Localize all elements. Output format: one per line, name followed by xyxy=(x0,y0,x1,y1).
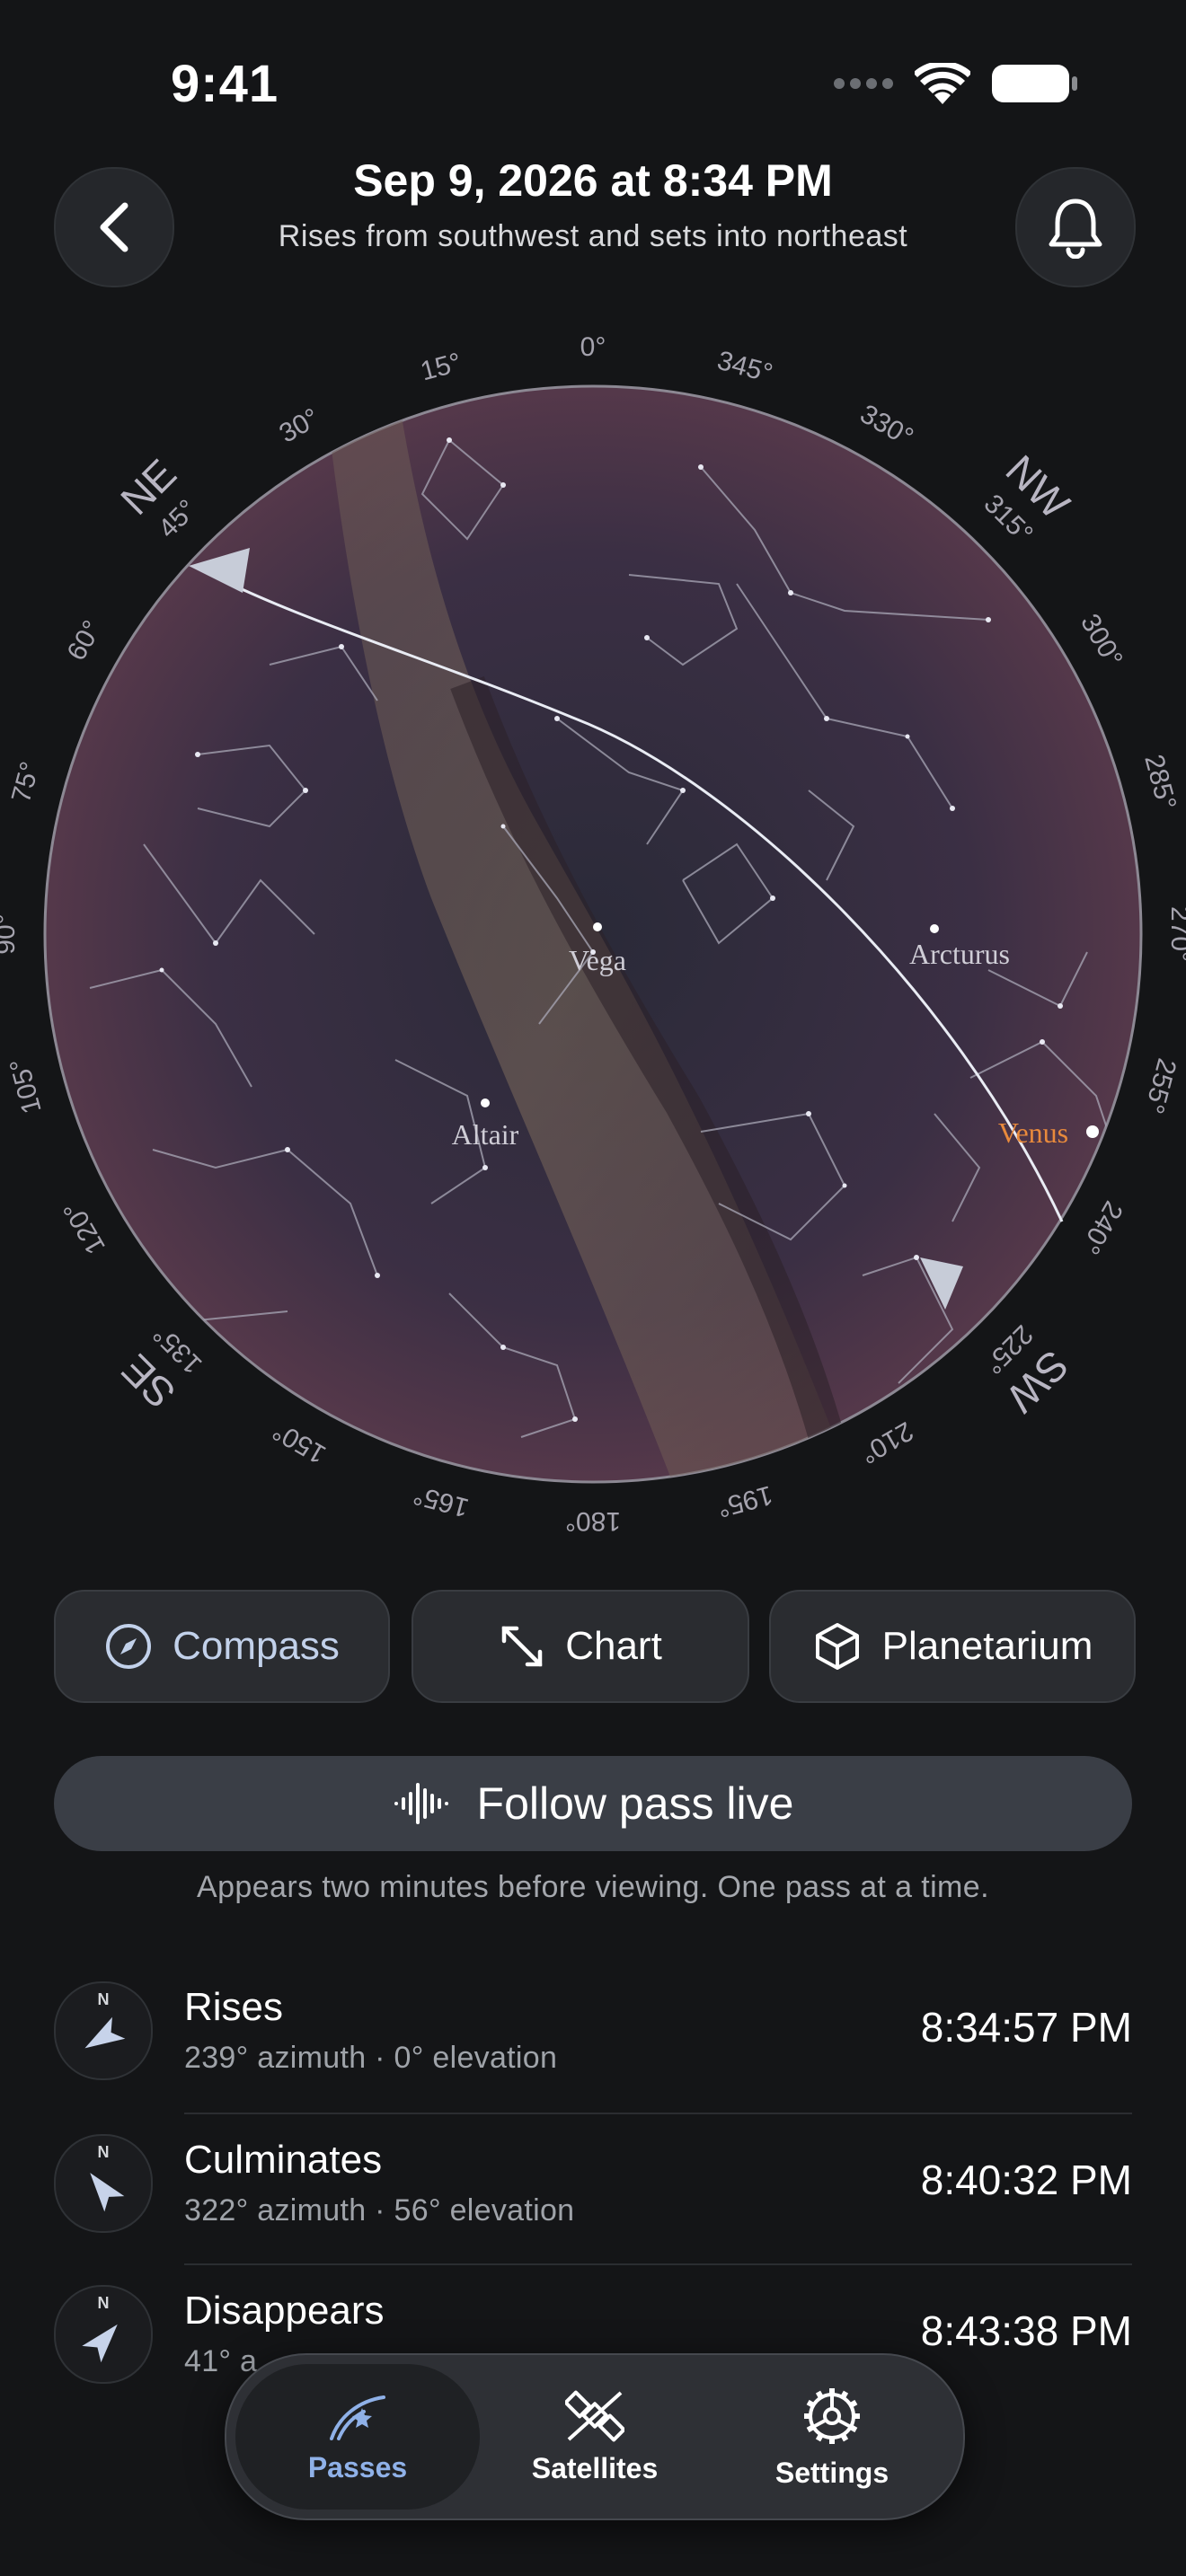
planetarium-button[interactable]: Planetarium xyxy=(769,1590,1136,1703)
tab-settings[interactable]: Settings xyxy=(710,2364,954,2510)
chart-button[interactable]: Chart xyxy=(412,1590,749,1703)
azimuth-tick-label: 15° xyxy=(418,348,465,387)
azimuth-tick-label: 240° xyxy=(1075,1196,1128,1259)
azimuth-tick-label: 105° xyxy=(4,1055,48,1116)
azimuth-tick-label: 330° xyxy=(855,399,918,453)
azimuth-tick-label: 270° xyxy=(1165,906,1186,962)
azimuth-tick-label: 120° xyxy=(58,1196,111,1259)
azimuth-tick-label: 30° xyxy=(274,402,324,448)
planetarium-label: Planetarium xyxy=(881,1624,1093,1668)
bell-icon xyxy=(1049,198,1102,259)
event-title: Rises xyxy=(184,1985,284,2029)
direction-arrow-icon xyxy=(82,2324,118,2363)
event-detail: 41° a xyxy=(184,2344,258,2378)
tab-bar: Passes Satellites Settings xyxy=(225,2353,965,2520)
compass-icon xyxy=(106,1624,152,1669)
waveform-icon xyxy=(394,1783,448,1824)
battery-icon xyxy=(992,65,1077,102)
follow-pass-live-button[interactable]: Follow pass live xyxy=(54,1756,1132,1851)
direction-indicator: N xyxy=(54,2134,153,2233)
tab-satellites[interactable]: Satellites xyxy=(473,2364,717,2510)
direction-arrow-icon xyxy=(90,2173,125,2212)
status-icons xyxy=(832,63,1080,104)
star-altair xyxy=(481,1098,490,1107)
signal-dots-icon xyxy=(834,78,893,89)
tab-satellites-label: Satellites xyxy=(531,2451,659,2484)
tab-passes[interactable]: Passes xyxy=(235,2364,480,2510)
wifi-icon xyxy=(915,63,970,104)
follow-note: Appears two minutes before viewing. One … xyxy=(197,1870,989,1904)
sky-map[interactable]: NE NW SE SW 0°15°30°45°60°75°90°105°120°… xyxy=(0,323,1186,1545)
north-marker: N xyxy=(97,1990,110,2008)
status-time: 9:41 xyxy=(171,55,279,113)
azimuth-tick-label: 255° xyxy=(1138,1055,1182,1116)
page-subtitle: Rises from southwest and sets into north… xyxy=(278,219,908,253)
direction-arrow-icon xyxy=(84,2016,126,2049)
event-rises[interactable]: N Rises 239° azimuth · 0° elevation 8:34… xyxy=(54,1960,1132,2111)
azimuth-tick-label: 300° xyxy=(1075,609,1128,672)
azimuth-tick-label: 345° xyxy=(714,346,775,389)
star-label-arcturus: Arcturus xyxy=(909,938,1010,970)
star-label-altair: Altair xyxy=(452,1118,519,1151)
satellite-icon xyxy=(565,2390,624,2441)
planet-venus xyxy=(1086,1125,1099,1138)
compass-label: Compass xyxy=(173,1624,340,1668)
event-time: 8:40:32 PM xyxy=(920,2157,1132,2203)
star-vega xyxy=(593,922,602,931)
chart-label: Chart xyxy=(565,1624,662,1668)
page-title: Sep 9, 2026 at 8:34 PM xyxy=(353,155,833,206)
gear-tooth xyxy=(852,2413,860,2419)
azimuth-tick-label: 210° xyxy=(855,1416,918,1469)
direction-indicator: N xyxy=(54,1981,153,2080)
azimuth-tick-label: 0° xyxy=(580,332,606,362)
event-culminates[interactable]: N Culminates 322° azimuth · 56° elevatio… xyxy=(54,2113,1132,2263)
direction-indicator: N xyxy=(54,2285,153,2384)
planet-label-venus: Venus xyxy=(998,1116,1068,1149)
gear-tooth xyxy=(804,2413,812,2419)
azimuth-tick-label: 285° xyxy=(1138,752,1182,813)
event-detail: 239° azimuth · 0° elevation xyxy=(184,2041,558,2075)
star-label-vega: Vega xyxy=(569,944,626,976)
event-title: Disappears xyxy=(184,2289,385,2333)
event-detail: 322° azimuth · 56° elevation xyxy=(184,2193,575,2228)
azimuth-tick-label: 75° xyxy=(6,759,46,806)
azimuth-tick-label: 180° xyxy=(565,1506,621,1536)
azimuth-tick-label: 90° xyxy=(0,913,21,954)
cube-icon xyxy=(815,1623,859,1670)
azimuth-tick-label: 195° xyxy=(714,1479,775,1522)
north-marker: N xyxy=(97,2294,110,2312)
expand-arrows-icon xyxy=(501,1626,543,1667)
azimuth-tick-label: 150° xyxy=(268,1416,331,1469)
gear-tooth xyxy=(829,2435,835,2444)
tab-settings-label: Settings xyxy=(774,2456,890,2489)
star-arcturus xyxy=(930,924,939,933)
notification-button[interactable] xyxy=(1015,167,1136,287)
gear-tooth xyxy=(829,2387,835,2396)
tab-passes-label: Passes xyxy=(307,2450,408,2483)
event-title: Culminates xyxy=(184,2138,383,2182)
shooting-star-icon xyxy=(330,2395,385,2440)
follow-pass-live-label: Follow pass live xyxy=(476,1778,794,1829)
gear-icon xyxy=(804,2387,860,2444)
north-marker: N xyxy=(97,2143,110,2161)
azimuth-tick-label: 60° xyxy=(61,615,107,666)
event-time: 8:34:57 PM xyxy=(920,2004,1132,2051)
compass-button[interactable]: Compass xyxy=(54,1590,390,1703)
azimuth-tick-label: 165° xyxy=(411,1479,472,1522)
event-time: 8:43:38 PM xyxy=(920,2307,1132,2354)
